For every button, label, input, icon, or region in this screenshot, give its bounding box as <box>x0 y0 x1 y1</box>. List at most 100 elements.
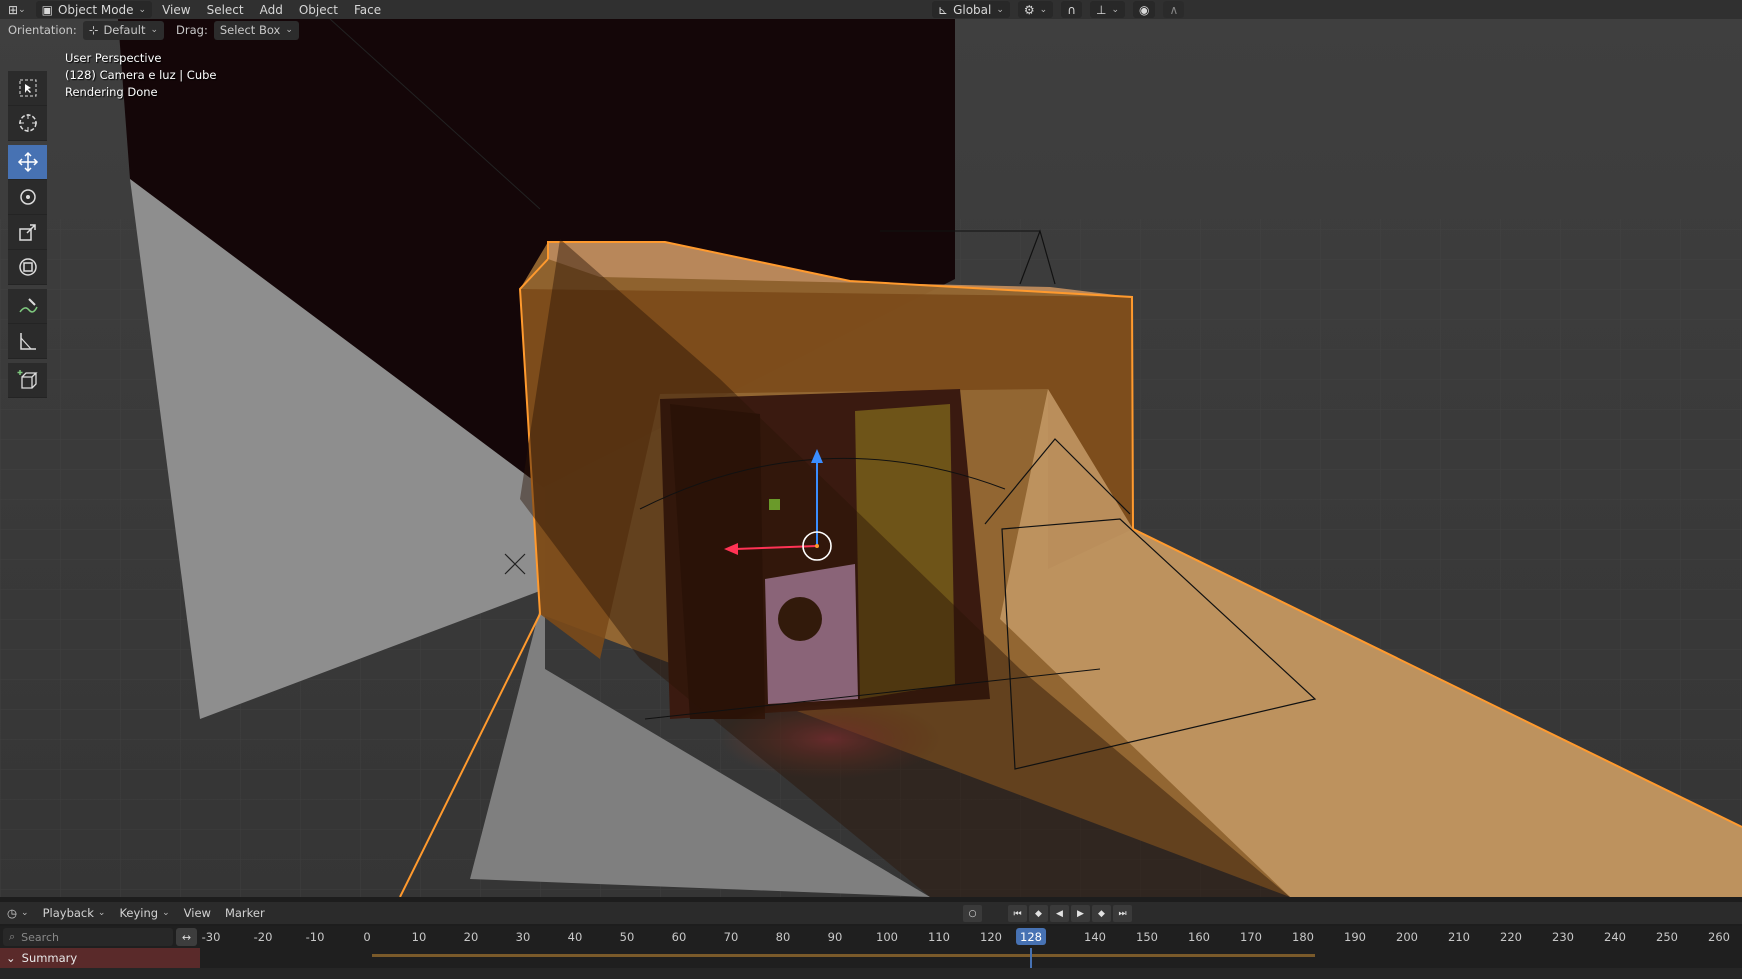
measure-icon <box>19 333 36 350</box>
timeline-tick: 80 <box>775 930 791 944</box>
menu-view[interactable]: View <box>154 0 198 19</box>
menu-face[interactable]: Face <box>346 0 389 19</box>
timeline-tick: 180 <box>1292 930 1314 944</box>
chevron-down-icon: ⌄ <box>285 25 293 35</box>
menu-object[interactable]: Object <box>291 0 346 19</box>
menu-add[interactable]: Add <box>252 0 291 19</box>
tool-settings-bar: Orientation: ⊹ Default ⌄ Drag: Select Bo… <box>0 19 960 41</box>
chevron-down-icon: ⌄ <box>162 908 170 918</box>
timeline-tick: -30 <box>201 930 221 944</box>
chevron-down-icon: ⌄ <box>1039 4 1048 15</box>
annotate-tool[interactable] <box>8 289 47 324</box>
play-reverse-icon: ◀ <box>1056 908 1063 919</box>
timeline-search[interactable]: ⌕ Search <box>3 928 173 946</box>
select-box-tool[interactable] <box>8 71 47 106</box>
timeline-tick: 210 <box>1448 930 1470 944</box>
timeline-tick: 160 <box>1188 930 1210 944</box>
summary-channel[interactable]: ⌄ Summary <box>0 948 200 968</box>
add-cube-tool[interactable] <box>8 363 47 398</box>
snap-toggle[interactable]: ∩ <box>1061 1 1082 18</box>
clock-icon: ◷ <box>7 906 18 920</box>
render-status: Rendering Done <box>65 85 158 99</box>
pivot-icon: ⚙ <box>1023 2 1035 17</box>
snap-target-icon: ⊥ <box>1096 2 1107 17</box>
orientation-axes-icon: ⊹ <box>88 23 99 37</box>
play-icon: ▶ <box>1077 908 1084 919</box>
playhead-line <box>1030 948 1032 968</box>
current-frame-indicator[interactable]: 128 <box>1016 928 1046 945</box>
swap-channels-button[interactable]: ↔ <box>176 928 197 946</box>
viewport-header: ⊞ ⌄ ▣ Object Mode ⌄ View Select Add Objec… <box>0 0 1742 19</box>
menu-select[interactable]: Select <box>199 0 252 19</box>
gizmo-plane-handle <box>769 499 780 510</box>
timeline-header: ◷ ⌄ Playback ⌄ Keying ⌄ View Marker ○ ⏮ ◆ ◀… <box>0 902 1742 924</box>
proportional-edit-icon: ◉ <box>1139 2 1150 17</box>
move-tool[interactable] <box>8 145 47 180</box>
transform-orientation-dropdown[interactable]: ⊾ Global ⌄ <box>932 1 1010 18</box>
proportional-edit-toggle[interactable]: ◉ <box>1133 1 1156 18</box>
next-keyframe-button[interactable]: ◆ <box>1092 905 1111 922</box>
timeline-tick: 20 <box>463 930 479 944</box>
prev-keyframe-button[interactable]: ◆ <box>1029 905 1048 922</box>
timeline-tick: 240 <box>1604 930 1626 944</box>
timeline-tick: 220 <box>1500 930 1522 944</box>
auto-keying-toggle[interactable]: ○ <box>963 905 982 922</box>
timeline-tick: 100 <box>876 930 898 944</box>
3d-viewport[interactable]: User Perspective (128) Camera e luz | Cu… <box>0 19 1742 897</box>
falloff-curve-icon: ∧ <box>1169 2 1179 17</box>
jump-end-button[interactable]: ⏭ <box>1113 905 1132 922</box>
menu-timeline-view[interactable]: View <box>177 906 218 920</box>
timeline-tick: 90 <box>827 930 843 944</box>
snap-target-dropdown[interactable]: ⊥ ⌄ <box>1090 1 1125 18</box>
viewport-scene <box>0 19 1742 897</box>
cursor-tool[interactable] <box>8 106 47 141</box>
timeline-tick: 200 <box>1396 930 1418 944</box>
orientation-dropdown[interactable]: ⊹ Default ⌄ <box>82 20 165 40</box>
timeline-tick: 190 <box>1344 930 1366 944</box>
drag-dropdown[interactable]: Select Box ⌄ <box>213 20 299 40</box>
menu-marker[interactable]: Marker <box>218 906 272 920</box>
transform-icon <box>18 258 37 276</box>
measure-tool[interactable] <box>8 324 47 359</box>
editor-type-button[interactable]: ⊞ ⌄ <box>0 0 34 19</box>
chevron-down-icon: ⌄ <box>6 951 16 965</box>
timeline-tick: 60 <box>671 930 687 944</box>
timeline-tick: 120 <box>980 930 1002 944</box>
orientation-global-icon: ⊾ <box>938 2 949 17</box>
rotate-icon <box>19 189 36 205</box>
cursor-icon <box>18 114 37 132</box>
rotate-tool[interactable] <box>8 180 47 215</box>
drag-label: Drag: <box>176 23 208 37</box>
timeline-tick: 250 <box>1656 930 1678 944</box>
play-reverse-button[interactable]: ◀ <box>1050 905 1069 922</box>
viewport-info-overlay: User Perspective (128) Camera e luz | Cu… <box>65 50 217 101</box>
object-mode-icon: ▣ <box>41 2 53 17</box>
chevron-down-icon: ⌄ <box>18 4 26 15</box>
annotate-icon <box>18 298 38 313</box>
status-bar <box>0 968 1742 979</box>
summary-label: Summary <box>21 951 78 965</box>
next-keyframe-icon: ◆ <box>1098 908 1105 919</box>
mode-dropdown[interactable]: ▣ Object Mode ⌄ <box>35 1 153 18</box>
pivot-point-dropdown[interactable]: ⚙ ⌄ <box>1017 1 1054 18</box>
timeline-editor-type[interactable]: ◷ ⌄ <box>0 906 36 920</box>
timeline-tick: 40 <box>567 930 583 944</box>
menu-playback[interactable]: Playback ⌄ <box>36 906 113 920</box>
orientation-label: Orientation: <box>8 23 77 37</box>
menu-keying[interactable]: Keying ⌄ <box>112 906 176 920</box>
transform-tool[interactable] <box>8 250 47 285</box>
timeline-tick: 260 <box>1708 930 1730 944</box>
tool-shelf <box>8 71 47 398</box>
mode-label: Object Mode <box>57 2 134 17</box>
timeline-ruler[interactable]: ⌕ Search ↔ -30 -20 -10 0 10 20 30 40 50 60 70 80 90 1… <box>0 926 1742 948</box>
transform-orientation-label: Global <box>953 2 992 17</box>
proportional-falloff-dropdown[interactable]: ∧ <box>1163 1 1185 18</box>
search-placeholder: Search <box>21 930 59 944</box>
scale-tool[interactable] <box>8 215 47 250</box>
add-cube-icon <box>17 370 38 389</box>
play-button[interactable]: ▶ <box>1071 905 1090 922</box>
view3d-icon: ⊞ <box>8 2 19 17</box>
search-icon: ⌕ <box>9 930 16 943</box>
move-icon <box>17 151 38 173</box>
jump-start-button[interactable]: ⏮ <box>1008 905 1027 922</box>
